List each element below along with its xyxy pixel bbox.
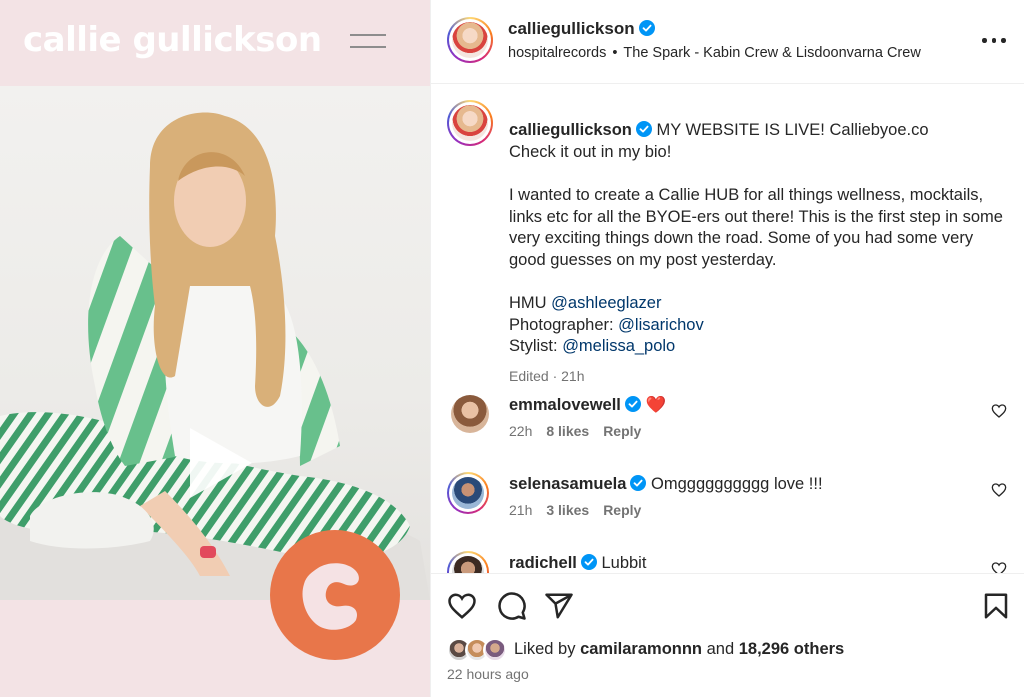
caption-meta: Edited · 21h <box>509 367 585 384</box>
comment-avatar[interactable] <box>451 395 489 433</box>
caption-author-avatar[interactable] <box>447 100 493 146</box>
verified-icon <box>624 396 641 412</box>
more-options-icon[interactable] <box>981 30 1007 50</box>
author-avatar[interactable] <box>447 17 493 63</box>
audio-separator: • <box>612 45 618 61</box>
comment-icon[interactable] <box>497 591 527 621</box>
verified-icon <box>635 121 652 137</box>
header-username-row: calliegullickson <box>508 19 655 39</box>
comment-reply-button[interactable]: Reply <box>603 423 641 439</box>
comment-text: Lubbit <box>601 554 647 572</box>
comment-text: Omgggggggggg love !!! <box>651 475 823 493</box>
comment-meta: 21h 3 likes Reply <box>509 502 655 518</box>
comment-text-row: radichell Lubbit <box>509 553 647 573</box>
mention-link[interactable]: @ashleeglazer <box>551 294 661 312</box>
likes-others-link[interactable]: 18,296 others <box>739 640 844 658</box>
caption-credit-photographer: Photographer: @lisarichov <box>509 315 1014 337</box>
comment-time: 21h <box>509 502 533 518</box>
verified-icon <box>630 475 647 491</box>
audio-source-link[interactable]: hospitalrecords <box>508 45 606 61</box>
credit-label: HMU <box>509 294 547 312</box>
share-icon[interactable] <box>544 591 574 621</box>
likes-summary: Liked by camilaramonnn and 18,296 others <box>447 638 1017 664</box>
brand-logo-badge <box>270 530 400 660</box>
comment-text-row: selenasamuela Omgggggggggg love !!! <box>509 474 823 495</box>
likes-text: Liked by camilaramonnn and 18,296 others <box>514 640 844 659</box>
liker-username[interactable]: camilaramonnn <box>580 640 702 658</box>
caption-line-2: Check it out in my bio! <box>509 142 672 161</box>
caption-paragraph: I wanted to create a Callie HUB for all … <box>509 186 1003 269</box>
likes-and: and <box>706 640 735 658</box>
comment-reply-button[interactable]: Reply <box>603 502 641 518</box>
caption-body: calliegullickson MY WEBSITE IS LIVE! Cal… <box>509 120 1014 387</box>
post-header: calliegullickson hospitalrecords • The Spa… <box>431 0 1024 84</box>
header-username[interactable]: calliegullickson <box>508 19 635 38</box>
post-photo[interactable] <box>0 86 430 600</box>
credit-label: Stylist: <box>509 337 558 355</box>
comment-like-heart-icon[interactable] <box>991 403 1007 419</box>
comments-scroll-area[interactable]: calliegullickson MY WEBSITE IS LIVE! Cal… <box>431 84 1024 574</box>
post-timestamp: 22 hours ago <box>447 666 529 682</box>
mention-link[interactable]: @melissa_polo <box>562 337 675 355</box>
media-brand-text: callie gullickson <box>23 20 322 60</box>
post-media[interactable]: callie gullickson <box>0 0 430 697</box>
credit-label: Photographer: <box>509 315 614 334</box>
liker-avatar[interactable] <box>483 638 507 662</box>
like-heart-icon[interactable] <box>447 591 477 621</box>
comment-username[interactable]: radichell <box>509 554 577 572</box>
post-details-panel: calliegullickson hospitalrecords • The Spa… <box>430 0 1024 697</box>
verified-icon <box>580 554 597 570</box>
brand-c-logo-icon <box>302 563 359 630</box>
comment-likes[interactable]: 3 likes <box>546 502 589 518</box>
action-bar <box>431 575 1024 635</box>
verified-icon <box>638 20 655 36</box>
comment-like-heart-icon[interactable] <box>991 482 1007 498</box>
comment-text: ❤️ <box>645 396 667 414</box>
bookmark-icon[interactable] <box>981 591 1011 621</box>
comment-likes[interactable]: 8 likes <box>546 423 589 439</box>
liker-avatars <box>447 638 511 664</box>
comment-username[interactable]: selenasamuela <box>509 475 626 493</box>
play-icon[interactable] <box>180 424 258 502</box>
likes-prefix: Liked by <box>514 640 576 658</box>
caption-credit-stylist: Stylist: @melissa_polo <box>509 336 1014 358</box>
comment-username[interactable]: emmalovewell <box>509 396 621 414</box>
photo-illustration <box>0 112 430 600</box>
audio-info: hospitalrecords • The Spark - Kabin Crew &… <box>508 45 921 61</box>
media-menu-icon <box>350 34 386 50</box>
audio-track-link[interactable]: The Spark - Kabin Crew & Lisdoonvarna Cr… <box>623 45 920 61</box>
comment-avatar[interactable] <box>447 472 489 514</box>
mention-link[interactable]: @lisarichov <box>618 316 704 334</box>
comment-time: 22h <box>509 423 533 439</box>
caption-line-1: MY WEBSITE IS LIVE! Calliebyoe.co <box>656 121 929 139</box>
comment-meta: 22h 8 likes Reply <box>509 423 655 439</box>
comment-text-row: emmalovewell ❤️ <box>509 395 666 416</box>
comment-like-heart-icon[interactable] <box>991 561 1007 574</box>
caption-username[interactable]: calliegullickson <box>509 121 632 139</box>
comment-avatar[interactable] <box>447 551 489 573</box>
caption-credit-hmu: HMU @ashleeglazer <box>509 293 1014 315</box>
